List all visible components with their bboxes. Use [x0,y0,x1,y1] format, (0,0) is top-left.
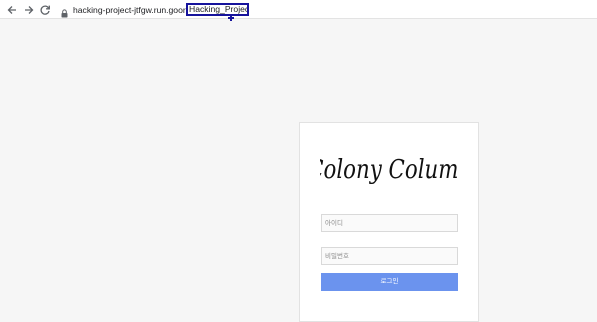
colony-column-logo: Colony Column [320,154,460,185]
address-bar-url[interactable]: hacking-project-jtfgw.run.goorm.io/ [73,4,204,16]
password-input[interactable] [321,247,458,265]
id-input[interactable] [321,214,458,232]
login-button[interactable]: 로그인 [321,273,458,291]
browser-toolbar: hacking-project-jtfgw.run.goorm.io/ Hack… [0,0,597,19]
cursor-crosshair-icon [228,15,234,21]
svg-text:Colony Column: Colony Column [320,154,460,185]
forward-arrow-icon[interactable] [22,3,35,16]
address-bar-selected-path[interactable]: Hacking_Project/ [186,3,249,16]
lock-icon[interactable] [61,5,68,18]
reload-icon[interactable] [38,3,51,16]
back-arrow-icon[interactable] [5,3,18,16]
login-card: Colony Column 로그인 [299,122,479,322]
